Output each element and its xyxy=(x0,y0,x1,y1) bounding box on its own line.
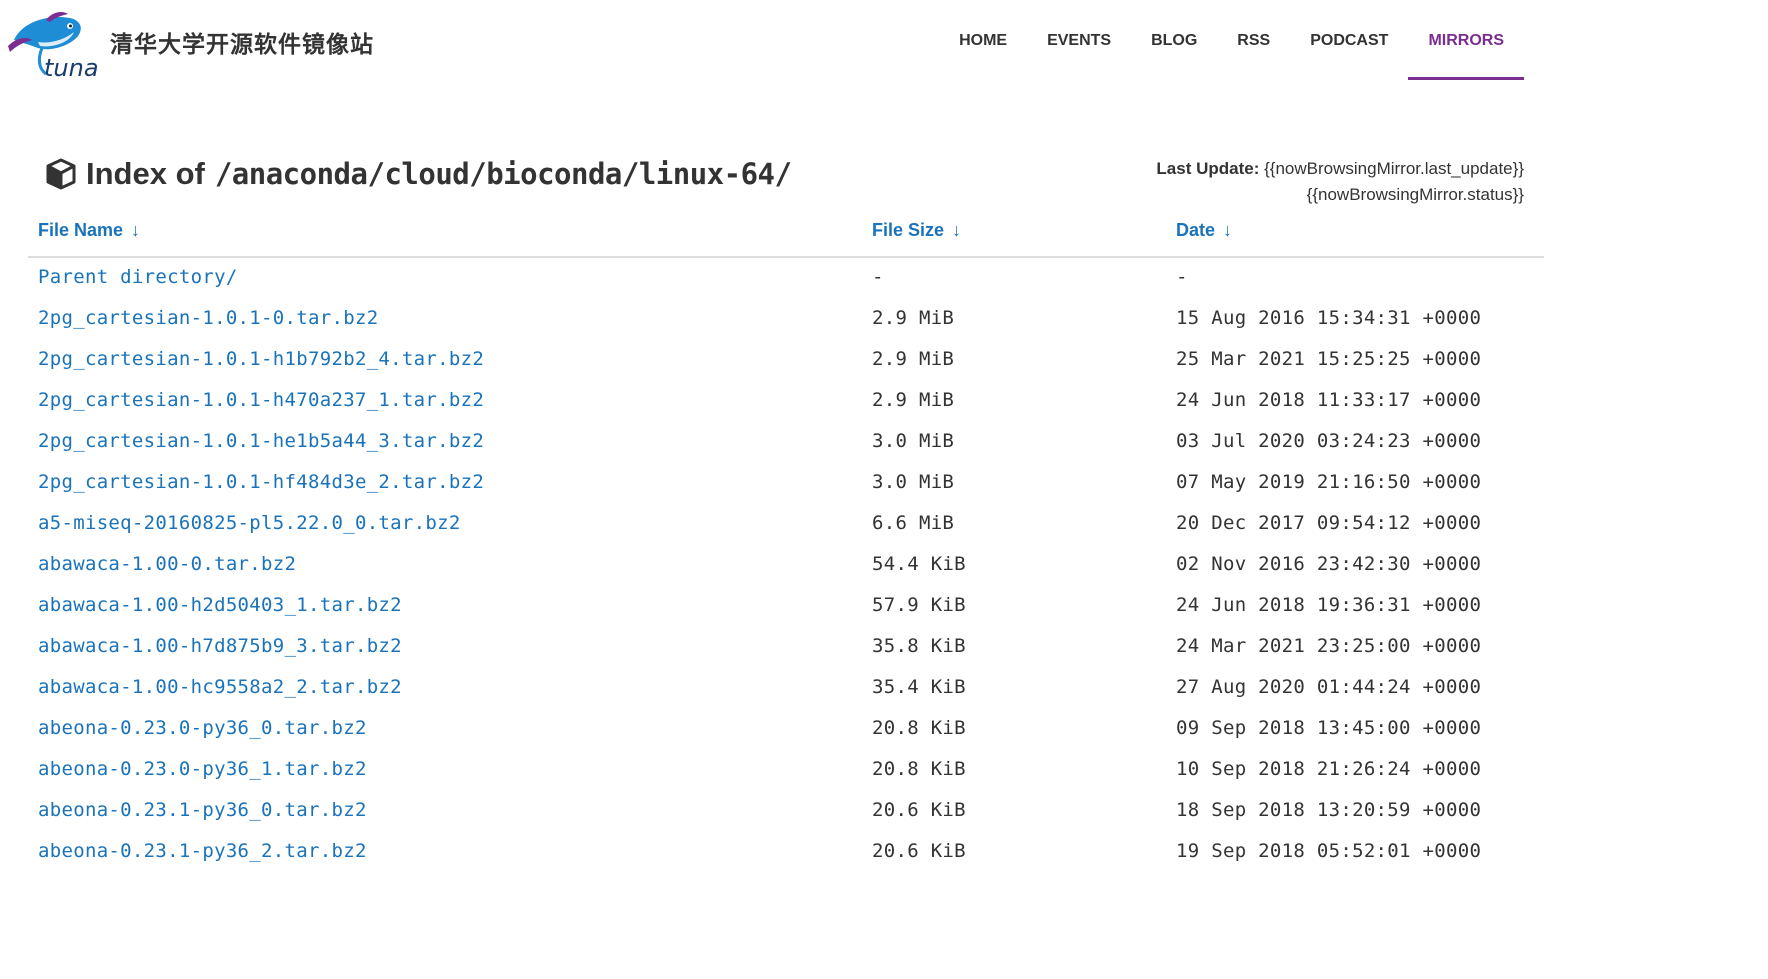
file-date: 24 Jun 2018 11:33:17 +0000 xyxy=(1176,389,1482,411)
file-link[interactable]: abawaca-1.00-h2d50403_1.tar.bz2 xyxy=(38,594,402,616)
file-link[interactable]: 2pg_cartesian-1.0.1-he1b5a44_3.tar.bz2 xyxy=(38,430,484,452)
sort-arrow-icon: ↓ xyxy=(131,220,141,240)
file-link[interactable]: Parent directory/ xyxy=(38,266,238,288)
sort-arrow-icon: ↓ xyxy=(952,220,962,240)
file-date: 07 May 2019 21:16:50 +0000 xyxy=(1176,471,1482,493)
nav-podcast[interactable]: PODCAST xyxy=(1290,0,1408,80)
file-link[interactable]: abawaca-1.00-hc9558a2_2.tar.bz2 xyxy=(38,676,402,698)
table-row: abeona-0.23.0-py36_1.tar.bz2 20.8 KiB 10… xyxy=(28,750,1544,791)
page-title: Index of /anaconda/cloud/bioconda/linux-… xyxy=(46,156,792,192)
table-row: a5-miseq-20160825-pl5.22.0_0.tar.bz2 6.6… xyxy=(28,504,1544,545)
file-date: 19 Sep 2018 05:52:01 +0000 xyxy=(1176,840,1482,862)
last-update-label: Last Update: xyxy=(1156,159,1260,178)
sort-arrow-icon: ↓ xyxy=(1223,220,1233,240)
title-path: /anaconda/cloud/bioconda/linux-64/ xyxy=(214,157,792,191)
nav-home[interactable]: HOME xyxy=(939,0,1027,80)
last-update-value: {{nowBrowsingMirror.last_update}} xyxy=(1264,159,1524,178)
nav-rss[interactable]: RSS xyxy=(1217,0,1290,80)
site-title[interactable]: 清华大学开源软件镜像站 xyxy=(110,25,374,59)
file-size: 35.8 KiB xyxy=(872,635,966,657)
nav-blog[interactable]: BLOG xyxy=(1131,0,1217,80)
file-link[interactable]: abeona-0.23.1-py36_2.tar.bz2 xyxy=(38,840,367,862)
sort-by-name-header[interactable]: File Name ↓ xyxy=(38,220,140,241)
sort-by-size-header[interactable]: File Size ↓ xyxy=(872,220,961,241)
table-row: abawaca-1.00-hc9558a2_2.tar.bz2 35.4 KiB… xyxy=(28,668,1544,709)
file-link[interactable]: abeona-0.23.1-py36_0.tar.bz2 xyxy=(38,799,367,821)
file-size: 20.6 KiB xyxy=(872,840,966,862)
table-row: 2pg_cartesian-1.0.1-0.tar.bz2 2.9 MiB 15… xyxy=(28,299,1544,340)
table-row: abeona-0.23.1-py36_0.tar.bz2 20.6 KiB 18… xyxy=(28,791,1544,832)
file-date: 03 Jul 2020 03:24:23 +0000 xyxy=(1176,430,1482,452)
file-date: 27 Aug 2020 01:44:24 +0000 xyxy=(1176,676,1482,698)
file-link[interactable]: abeona-0.23.0-py36_0.tar.bz2 xyxy=(38,717,367,739)
file-date: 24 Jun 2018 19:36:31 +0000 xyxy=(1176,594,1482,616)
nav-mirrors[interactable]: MIRRORS xyxy=(1408,0,1524,80)
tuna-logo-icon[interactable]: tuna xyxy=(8,12,98,78)
table-row: 2pg_cartesian-1.0.1-h470a237_1.tar.bz2 2… xyxy=(28,381,1544,422)
logo-text: tuna xyxy=(44,54,98,78)
file-size: 2.9 MiB xyxy=(872,389,955,411)
file-size: 3.0 MiB xyxy=(872,430,955,452)
mirror-index-page: tuna 清华大学开源软件镜像站 HOME EVENTS BLOG RSS PO… xyxy=(0,0,1768,979)
brand[interactable]: tuna 清华大学开源软件镜像站 xyxy=(8,12,374,78)
table-row: abawaca-1.00-h2d50403_1.tar.bz2 57.9 KiB… xyxy=(28,586,1544,627)
file-link[interactable]: 2pg_cartesian-1.0.1-0.tar.bz2 xyxy=(38,307,378,329)
cube-icon xyxy=(46,158,76,190)
file-size: 35.4 KiB xyxy=(872,676,966,698)
file-link[interactable]: 2pg_cartesian-1.0.1-h1b792b2_4.tar.bz2 xyxy=(38,348,484,370)
main-nav: HOME EVENTS BLOG RSS PODCAST MIRRORS xyxy=(939,0,1524,80)
file-date: 24 Mar 2021 23:25:00 +0000 xyxy=(1176,635,1482,657)
file-date: 20 Dec 2017 09:54:12 +0000 xyxy=(1176,512,1482,534)
file-size: 3.0 MiB xyxy=(872,471,955,493)
table-row: abawaca-1.00-0.tar.bz2 54.4 KiB 02 Nov 2… xyxy=(28,545,1544,586)
file-size: - xyxy=(872,266,884,288)
file-date: 09 Sep 2018 13:45:00 +0000 xyxy=(1176,717,1482,739)
file-link[interactable]: abeona-0.23.0-py36_1.tar.bz2 xyxy=(38,758,367,780)
file-link[interactable]: 2pg_cartesian-1.0.1-h470a237_1.tar.bz2 xyxy=(38,389,484,411)
file-link[interactable]: abawaca-1.00-0.tar.bz2 xyxy=(38,553,296,575)
title-row: Index of /anaconda/cloud/bioconda/linux-… xyxy=(0,150,1768,210)
table-header: File Name ↓ File Size ↓ Date ↓ xyxy=(28,212,1544,258)
file-size: 54.4 KiB xyxy=(872,553,966,575)
file-date: 10 Sep 2018 21:26:24 +0000 xyxy=(1176,758,1482,780)
table-row: 2pg_cartesian-1.0.1-h1b792b2_4.tar.bz2 2… xyxy=(28,340,1544,381)
table-row: abeona-0.23.0-py36_0.tar.bz2 20.8 KiB 09… xyxy=(28,709,1544,750)
file-link[interactable]: 2pg_cartesian-1.0.1-hf484d3e_2.tar.bz2 xyxy=(38,471,484,493)
mirror-status: {{nowBrowsingMirror.status}} xyxy=(1306,185,1524,204)
file-date: 02 Nov 2016 23:42:30 +0000 xyxy=(1176,553,1482,575)
file-link[interactable]: a5-miseq-20160825-pl5.22.0_0.tar.bz2 xyxy=(38,512,461,534)
sort-by-date-header[interactable]: Date ↓ xyxy=(1176,220,1232,241)
file-table: File Name ↓ File Size ↓ Date ↓ Parent direc… xyxy=(28,212,1544,873)
column-header-date: Date xyxy=(1176,220,1216,240)
update-info: Last Update: {{nowBrowsingMirror.last_up… xyxy=(1156,156,1524,208)
file-date: 15 Aug 2016 15:34:31 +0000 xyxy=(1176,307,1482,329)
file-size: 20.8 KiB xyxy=(872,758,966,780)
file-size: 2.9 MiB xyxy=(872,348,955,370)
file-size: 20.8 KiB xyxy=(872,717,966,739)
table-body: Parent directory/ - - 2pg_cartesian-1.0.… xyxy=(28,258,1544,873)
column-header-size: File Size xyxy=(872,220,945,240)
table-row: 2pg_cartesian-1.0.1-he1b5a44_3.tar.bz2 3… xyxy=(28,422,1544,463)
file-size: 20.6 KiB xyxy=(872,799,966,821)
title-prefix: Index of xyxy=(86,156,205,191)
column-header-name: File Name xyxy=(38,220,124,240)
file-date: 18 Sep 2018 13:20:59 +0000 xyxy=(1176,799,1482,821)
nav-events[interactable]: EVENTS xyxy=(1027,0,1131,80)
file-date: - xyxy=(1176,266,1188,288)
table-row: Parent directory/ - - xyxy=(28,258,1544,299)
table-row: abawaca-1.00-h7d875b9_3.tar.bz2 35.8 KiB… xyxy=(28,627,1544,668)
file-date: 25 Mar 2021 15:25:25 +0000 xyxy=(1176,348,1482,370)
file-size: 6.6 MiB xyxy=(872,512,955,534)
table-row: 2pg_cartesian-1.0.1-hf484d3e_2.tar.bz2 3… xyxy=(28,463,1544,504)
file-size: 57.9 KiB xyxy=(872,594,966,616)
table-row: abeona-0.23.1-py36_2.tar.bz2 20.6 KiB 19… xyxy=(28,832,1544,873)
file-link[interactable]: abawaca-1.00-h7d875b9_3.tar.bz2 xyxy=(38,635,402,657)
file-size: 2.9 MiB xyxy=(872,307,955,329)
site-header: tuna 清华大学开源软件镜像站 HOME EVENTS BLOG RSS PO… xyxy=(0,0,1768,110)
